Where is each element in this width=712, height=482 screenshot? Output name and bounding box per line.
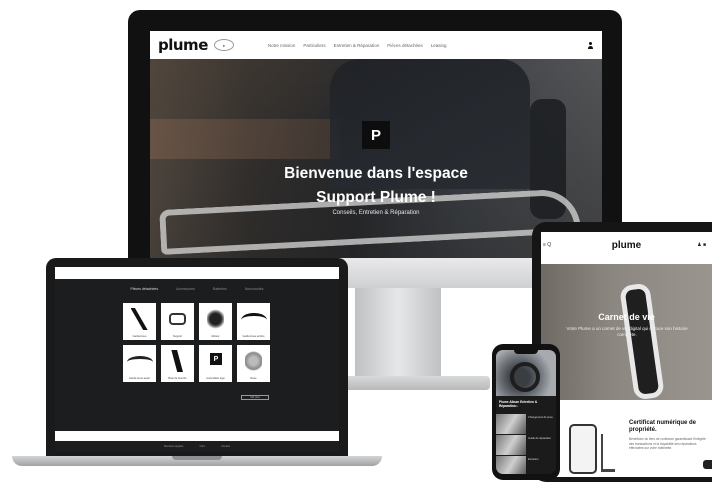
- product-card[interactable]: Garde-boue arrière: [237, 303, 270, 340]
- laptop-site-header: [55, 267, 339, 279]
- imac-stand: [355, 288, 441, 378]
- tablet-hero-subtitle: Votre Plume a un carnet de vie digital q…: [566, 326, 688, 337]
- list-item-label: Entretien: [528, 458, 539, 461]
- list-item[interactable]: Guide de réparation: [496, 435, 556, 455]
- product-card[interactable]: Support: [161, 303, 194, 340]
- nav-link-entretien[interactable]: Entretien & Réparation: [334, 43, 380, 48]
- footer-link[interactable]: Mentions légales: [164, 445, 183, 448]
- product-caption: Support: [172, 335, 183, 338]
- tablet-screen: ≡ Q plume ♟ ■ Carnet de vie Votre Plume …: [541, 232, 712, 477]
- mini-phone-image: [569, 424, 597, 474]
- hero-title-line2: Support Plume !: [316, 189, 436, 206]
- product-caption: Garde-boue: [132, 335, 147, 338]
- hero-subtitle: Conseils, Entretien & Réparation: [332, 210, 420, 216]
- phone-notch: [514, 350, 538, 354]
- list-item[interactable]: Changement de pneu: [496, 414, 556, 434]
- tablet-header: ≡ Q plume ♟ ■: [541, 232, 712, 258]
- certificate-text: Bénéficiez du tiers de confiance garanti…: [629, 437, 706, 450]
- site-header: plume ● Notre mission Particuliers Entre…: [150, 31, 602, 59]
- chat-icon[interactable]: [703, 460, 712, 469]
- product-card[interactable]: Garde-boue: [123, 303, 156, 340]
- list-item-label: Changement de pneu: [528, 416, 553, 419]
- product-card[interactable]: Roue: [237, 345, 270, 382]
- brand-logo[interactable]: plume: [158, 36, 208, 54]
- product-caption: Moteur: [211, 335, 220, 338]
- device-mockup-scene: plume ● Notre mission Particuliers Entre…: [0, 0, 712, 482]
- main-nav: Notre mission Particuliers Entretien & R…: [268, 43, 447, 48]
- load-more-button[interactable]: Voir plus: [241, 395, 269, 400]
- product-caption: Garde-boue arrière: [242, 335, 265, 338]
- phone-screen: Plume Album Entretien & Réparation Tous …: [496, 350, 556, 474]
- certificate-section: Certificat numérique de propriété. Bénéf…: [629, 420, 709, 451]
- product-caption: Bras de fourche: [168, 377, 187, 380]
- laptop-footer-links: Mentions légales CGV Contact: [55, 441, 339, 452]
- product-caption: Autocollant logo: [206, 377, 225, 380]
- product-caption: Roue: [250, 377, 257, 380]
- fender-front-icon: [127, 356, 153, 368]
- footer-link[interactable]: CGV: [199, 445, 205, 448]
- tab-pieces[interactable]: Pièces détachées: [130, 287, 158, 291]
- tablet-hero: Carnet de vie Votre Plume a un carnet de…: [541, 264, 712, 401]
- bracket-icon: [169, 313, 186, 325]
- brand-badge-icon: ●: [213, 39, 234, 51]
- imac-screen: plume ● Notre mission Particuliers Entre…: [150, 31, 602, 258]
- product-card[interactable]: Garde-boue avant: [123, 345, 156, 382]
- tab-nouveautes[interactable]: Nouveautés: [245, 287, 264, 291]
- mini-scooter-icon: [601, 434, 615, 472]
- plume-logo-icon: P: [362, 121, 390, 149]
- fender-icon: [241, 313, 267, 327]
- tab-batteries[interactable]: Batteries: [213, 287, 227, 291]
- tab-accessoires[interactable]: Accessoires: [176, 287, 195, 291]
- category-tabs: Pièces détachées Accessoires Batteries N…: [55, 287, 339, 291]
- certificate-title: Certificat numérique de propriété.: [629, 420, 697, 433]
- nav-link-mission[interactable]: Notre mission: [268, 43, 296, 48]
- laptop-notch: [172, 456, 222, 460]
- nav-link-pieces[interactable]: Pièces détachées: [387, 43, 423, 48]
- mudguard-icon: [131, 308, 148, 330]
- nav-link-leasing[interactable]: Leasing: [431, 43, 447, 48]
- product-grid: Garde-boue Support Moteur Garde-boue arr…: [123, 303, 270, 382]
- product-caption: Garde-boue avant: [129, 377, 150, 380]
- tutorial-thumbnail: [496, 435, 526, 455]
- scooter-image: [619, 282, 665, 401]
- list-item-label: Guide de réparation: [528, 437, 551, 440]
- phone-hero-image: [496, 350, 556, 396]
- wheel-icon: [245, 350, 262, 372]
- hero-title-line1: Bienvenue dans l'espace: [284, 165, 468, 182]
- account-cart-icon[interactable]: ♟ ■: [697, 242, 706, 248]
- product-card[interactable]: Moteur: [199, 303, 232, 340]
- motor-icon: [207, 308, 224, 330]
- laptop-screen: Pièces détachées Accessoires Batteries N…: [55, 267, 339, 452]
- logo-sticker-icon: P: [210, 353, 222, 365]
- tutorial-thumbnail: [496, 456, 526, 474]
- phone-subtitle: Tous les tutoriels: [499, 405, 519, 408]
- tablet-brand-logo[interactable]: plume: [541, 240, 712, 251]
- user-account-icon[interactable]: [587, 41, 594, 49]
- list-item[interactable]: Entretien: [496, 456, 556, 474]
- product-card[interactable]: P Autocollant logo: [199, 345, 232, 382]
- tablet-hero-title: Carnet de vie: [598, 312, 655, 322]
- nav-link-particuliers[interactable]: Particuliers: [303, 43, 325, 48]
- hero-workbench-shelf: [150, 119, 340, 159]
- wheel-icon: [510, 362, 540, 392]
- footer-link[interactable]: Contact: [221, 445, 230, 448]
- product-card[interactable]: Bras de fourche: [161, 345, 194, 382]
- hero-title: Bienvenue dans l'espace Support Plume !: [150, 162, 602, 210]
- fork-icon: [169, 350, 186, 372]
- tutorial-thumbnail: [496, 414, 526, 434]
